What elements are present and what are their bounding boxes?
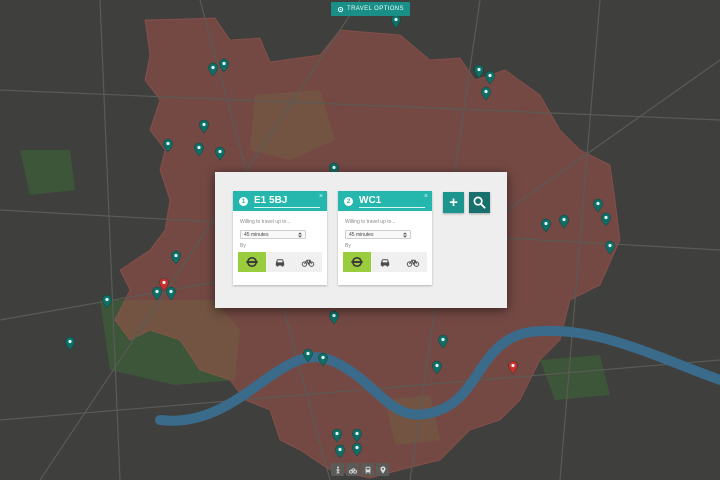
chevron-updown-icon xyxy=(298,231,302,238)
map-pin-glyph xyxy=(544,221,548,226)
gear-icon xyxy=(337,6,344,12)
map-pin-glyph xyxy=(174,253,178,258)
underground-icon xyxy=(351,256,363,268)
map-pin-glyph xyxy=(355,445,359,450)
mode-bicycle[interactable] xyxy=(399,252,427,272)
map-pin-glyph xyxy=(338,447,342,452)
map-pin-glyph xyxy=(335,431,339,436)
map-pin-glyph xyxy=(441,337,445,342)
map-pin-highlight-glyph xyxy=(511,363,515,368)
pin-icon xyxy=(379,465,386,474)
map-pin-glyph xyxy=(484,89,488,94)
mode-public-transport[interactable] xyxy=(238,252,266,272)
map-pin-highlight-glyph xyxy=(162,280,166,285)
by-label: By xyxy=(240,243,246,249)
map-pin-glyph xyxy=(608,243,612,248)
walk-button[interactable] xyxy=(331,463,344,476)
willing-label: Willing to travel up to... xyxy=(240,219,291,225)
travel-options-label: TRAVEL OPTIONS xyxy=(347,6,404,12)
mode-bicycle[interactable] xyxy=(294,252,322,272)
map-pin-glyph xyxy=(332,165,336,170)
transport-mode-selector xyxy=(238,252,322,272)
map-pin-glyph xyxy=(169,289,173,294)
map-pin-glyph xyxy=(166,141,170,146)
map-pin-glyph xyxy=(105,297,109,302)
transit-button[interactable] xyxy=(361,463,374,476)
map-pin-glyph xyxy=(562,217,566,222)
map-pin-glyph xyxy=(306,351,310,356)
map-pin-glyph xyxy=(394,17,398,22)
location-card-header: 1 × xyxy=(233,191,327,211)
location-card-1: 1 × Willing to travel up to... 45 minute… xyxy=(233,191,327,285)
pin-button[interactable] xyxy=(376,463,389,476)
bottom-toolbar xyxy=(331,463,389,476)
map-pin-glyph xyxy=(321,355,325,360)
map-pin-glyph xyxy=(604,215,608,220)
transit-icon xyxy=(364,466,371,474)
close-icon[interactable]: × xyxy=(424,193,428,200)
map-pin-glyph xyxy=(202,122,206,127)
cycle-icon xyxy=(348,467,357,474)
search-button[interactable] xyxy=(469,192,490,213)
travel-time-value: 45 minutes xyxy=(244,231,269,238)
car-icon xyxy=(275,259,285,267)
travel-time-select[interactable]: 45 minutes xyxy=(345,230,411,239)
add-location-button[interactable]: + xyxy=(443,192,464,213)
chevron-updown-icon xyxy=(403,231,407,238)
map-pin-glyph xyxy=(218,149,222,154)
map-pin-glyph xyxy=(332,313,336,318)
bicycle-icon xyxy=(406,259,420,267)
travel-options-button[interactable]: TRAVEL OPTIONS xyxy=(331,2,410,16)
cycle-button[interactable] xyxy=(346,463,359,476)
location-input-1[interactable] xyxy=(254,194,320,208)
underground-icon xyxy=(246,256,258,268)
walk-icon xyxy=(335,465,340,474)
location-panel: 1 × Willing to travel up to... 45 minute… xyxy=(215,172,507,308)
travel-time-value: 45 minutes xyxy=(349,231,374,238)
bicycle-icon xyxy=(301,259,315,267)
location-number-badge: 2 xyxy=(344,196,353,206)
map-pin-glyph xyxy=(155,289,159,294)
map-pin-glyph xyxy=(596,201,600,206)
car-icon xyxy=(380,259,390,267)
mode-car[interactable] xyxy=(266,252,294,272)
close-icon[interactable]: × xyxy=(319,193,323,200)
map-pin-glyph xyxy=(435,363,439,368)
map-pin-glyph xyxy=(222,61,226,66)
location-input-2[interactable] xyxy=(359,194,425,208)
location-number-badge: 1 xyxy=(239,196,248,206)
location-card-header: 2 × xyxy=(338,191,432,211)
map-pin-glyph xyxy=(68,339,72,344)
map-pin-glyph xyxy=(197,145,201,150)
location-card-2: 2 × Willing to travel up to... 45 minute… xyxy=(338,191,432,285)
transport-mode-selector xyxy=(343,252,427,272)
map-pin-glyph xyxy=(211,65,215,70)
map-pin-glyph xyxy=(488,73,492,78)
travel-time-select[interactable]: 45 minutes xyxy=(240,230,306,239)
map-pin-glyph xyxy=(477,67,481,72)
willing-label: Willing to travel up to... xyxy=(345,219,396,225)
mode-car[interactable] xyxy=(371,252,399,272)
by-label: By xyxy=(345,243,351,249)
mode-public-transport[interactable] xyxy=(343,252,371,272)
search-icon xyxy=(473,196,486,209)
map-pin-glyph xyxy=(355,431,359,436)
